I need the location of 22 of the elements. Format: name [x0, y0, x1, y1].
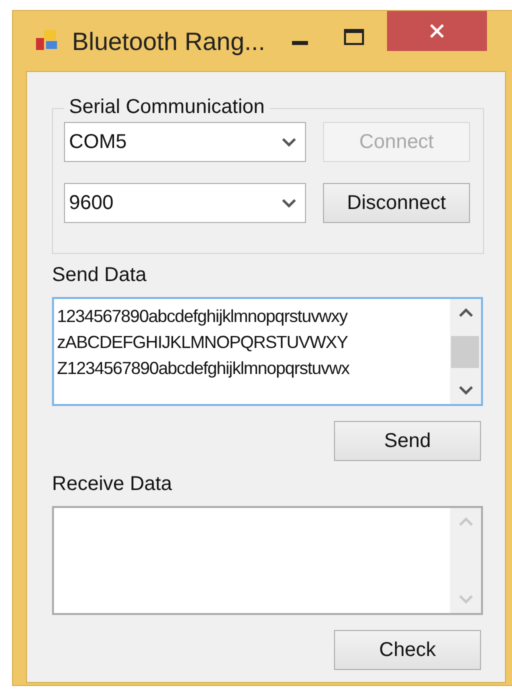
section-label: Send Data [52, 263, 148, 287]
maximize-button[interactable] [344, 29, 364, 45]
scrollbar[interactable] [450, 299, 481, 404]
combo-box[interactable]: 9600 [64, 183, 306, 223]
dropdown-icon[interactable] [281, 136, 297, 148]
scroll-down-icon[interactable] [458, 384, 474, 396]
dropdown-icon[interactable] [281, 197, 297, 209]
push-button[interactable]: Send [334, 421, 481, 461]
text-line: zABCDEFGHIJKLMNOPQRSTUVWXY [57, 331, 349, 354]
window-title: Bluetooth Rang... [72, 27, 266, 58]
push-button[interactable]: Check [334, 630, 481, 670]
scroll-thumb[interactable] [451, 336, 479, 368]
combo-box[interactable]: COM5 [64, 122, 306, 162]
close-icon [430, 24, 444, 38]
text-area[interactable]: 1234567890abcdefghijklmnopqrstuvwxy zABCDEFGHIJKLMNOPQRSTUVWXY Z1234567890abcdefghijklmnopqrstuvwx [52, 297, 483, 406]
scroll-up-icon[interactable] [458, 307, 474, 319]
minimize-button[interactable] [292, 41, 308, 45]
close-button[interactable] [387, 11, 488, 51]
push-button[interactable]: Disconnect [323, 183, 470, 223]
text-line: 1234567890abcdefghijklmnopqrstuvwxy [57, 305, 349, 328]
section-label: Receive Data [52, 472, 174, 496]
text-line: Z1234567890abcdefghijklmnopqrstuvwx [57, 357, 350, 380]
